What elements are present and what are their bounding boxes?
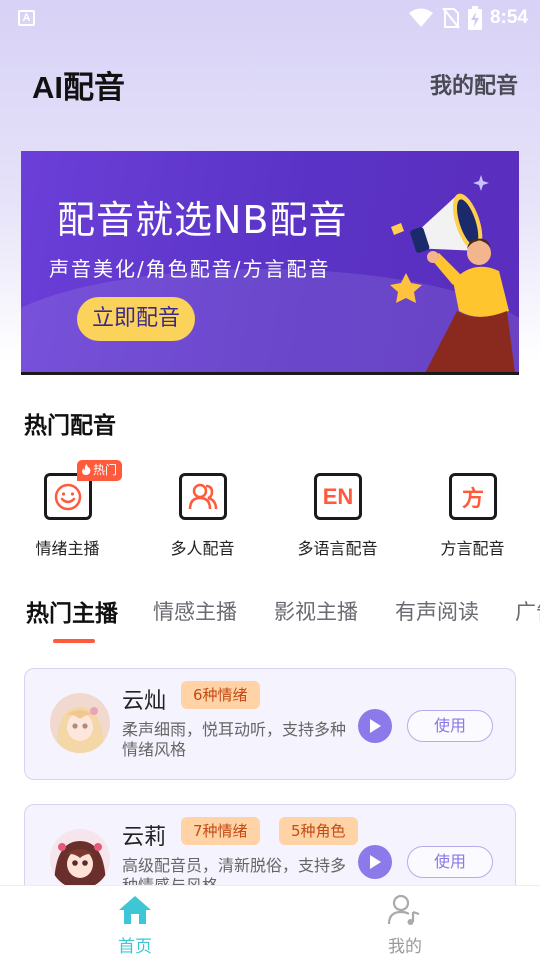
hot-tag-badge: 热门: [77, 460, 123, 481]
category-multi-person[interactable]: 多人配音: [135, 458, 270, 568]
promo-banner[interactable]: 配音就选NB配音 声音美化/角色配音/方言配音 立即配音: [21, 151, 519, 375]
category-emotion-anchor[interactable]: 热门 情绪主播: [0, 458, 135, 568]
bottom-navigation: 首页 我的: [0, 885, 540, 960]
play-icon: [370, 719, 381, 733]
category-label: 方言配音: [440, 539, 505, 558]
anchor-name: 云灿: [122, 689, 167, 714]
my-dubbing-link[interactable]: 我的配音: [430, 68, 518, 100]
people-icon: [179, 473, 227, 520]
use-anchor-button[interactable]: 使用: [407, 846, 493, 878]
banner-subtitle: 声音美化/角色配音/方言配音: [49, 257, 331, 281]
emotion-count-badge: 7种情绪: [181, 817, 260, 845]
clock-time: 8:54: [489, 7, 528, 28]
tab-hot-anchor[interactable]: 热门主播: [26, 594, 118, 628]
nav-home[interactable]: 首页: [95, 894, 175, 957]
category-label: 情绪主播: [35, 539, 100, 558]
tab-film-anchor[interactable]: 影视主播: [274, 596, 358, 626]
play-icon: [370, 855, 381, 869]
anchor-description: 柔声细雨，悦耳动听，支持多种情绪风格: [122, 720, 347, 759]
anchor-category-tabs: 热门主播 情感主播 影视主播 有声阅读 广告: [0, 590, 540, 650]
wifi-icon: [408, 8, 433, 27]
status-bar: A 8:54: [0, 0, 540, 36]
en-icon: EN: [314, 473, 362, 520]
tab-audiobook[interactable]: 有声阅读: [395, 596, 479, 626]
role-count-badge: 5种角色: [279, 817, 358, 845]
start-dubbing-button[interactable]: 立即配音: [77, 297, 195, 341]
nav-home-label: 首页: [118, 937, 152, 957]
tab-advertising[interactable]: 广告: [515, 596, 540, 626]
play-preview-button[interactable]: [358, 709, 392, 743]
use-anchor-button[interactable]: 使用: [407, 710, 493, 742]
nav-mine-label: 我的: [388, 937, 422, 957]
nav-mine[interactable]: 我的: [365, 894, 445, 957]
fire-icon: [82, 464, 91, 475]
app-title: AI配音: [32, 70, 125, 105]
home-icon: [119, 896, 151, 924]
avatar: [50, 829, 110, 889]
category-multi-language[interactable]: EN 多语言配音: [270, 458, 405, 568]
active-tab-indicator: [53, 639, 95, 643]
battery-charging-icon: [467, 6, 482, 30]
anchor-card[interactable]: 云灿 6种情绪 柔声细雨，悦耳动听，支持多种情绪风格 使用: [24, 668, 516, 780]
anchor-name: 云莉: [122, 825, 167, 850]
hot-dubbing-title: 热门配音: [24, 413, 116, 439]
megaphone-person-illustration: [390, 175, 515, 372]
notification-a-icon: A: [18, 10, 35, 26]
avatar: [50, 693, 110, 753]
play-preview-button[interactable]: [358, 845, 392, 879]
category-grid: 热门 情绪主播 多人配音 EN 多语言配音 方 方言配音: [0, 458, 540, 568]
category-dialect[interactable]: 方 方言配音: [405, 458, 540, 568]
category-label: 多人配音: [170, 539, 235, 558]
tab-emotion-anchor[interactable]: 情感主播: [153, 596, 237, 626]
banner-title: 配音就选NB配音: [57, 198, 348, 242]
category-label: 多语言配音: [297, 539, 378, 558]
dialect-icon: 方: [449, 473, 497, 520]
no-sim-icon: [442, 7, 460, 29]
user-music-icon: [387, 894, 420, 925]
emotion-count-badge: 6种情绪: [181, 681, 260, 709]
